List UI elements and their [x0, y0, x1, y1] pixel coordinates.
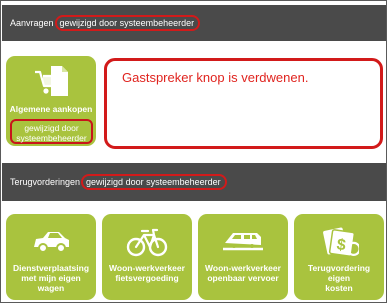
- changed-notice: gewijzigd door systeembeheerder: [81, 174, 227, 190]
- tile-label-line: openbaar vervoer: [207, 273, 279, 283]
- train-icon: [221, 223, 265, 259]
- car-icon: [30, 223, 72, 259]
- tile-label-line: Woon-werkverkeer: [109, 263, 185, 273]
- page-frame: Aanvragen gewijzigd door systeembeheerde…: [0, 0, 387, 303]
- tile-label-line: wagen: [37, 283, 65, 293]
- changed-line-2: systeembeheerder: [16, 133, 87, 143]
- tile-label-line: Woon-werkverkeer: [205, 263, 281, 273]
- tile-dienstverplaatsing[interactable]: Dienstverplaatsing met mijn eigen wagen: [6, 214, 96, 300]
- cart-document-icon: [31, 64, 71, 102]
- tile-label-line: Dienstverplaatsing: [12, 263, 90, 273]
- tile-eigen-kosten[interactable]: $ Terugvordering eigen kosten: [294, 214, 384, 300]
- changed-highlight: gewijzigd door systeembeheerder: [10, 119, 93, 144]
- money-icon: $: [319, 223, 361, 261]
- tile-label: Dienstverplaatsing met mijn eigen wagen: [8, 263, 94, 293]
- changed-line-1: gewijzigd door: [24, 123, 79, 133]
- annotation-callout: Gastspreker knop is verdwenen.: [104, 58, 383, 149]
- section-header-terugvorderingen: Terugvorderingen gewijzigd door systeemb…: [2, 163, 386, 201]
- tile-label: Woon-werkverkeer fietsvergoeding: [104, 263, 190, 283]
- section-title: Aanvragen: [10, 18, 54, 28]
- section-title: Terugvorderingen: [10, 177, 81, 187]
- tile-openbaar-vervoer[interactable]: Woon-werkverkeer openbaar vervoer: [198, 214, 288, 300]
- section-header-aanvragen: Aanvragen gewijzigd door systeembeheerde…: [2, 5, 386, 41]
- bicycle-icon: [126, 223, 168, 261]
- changed-notice: gewijzigd door systeembeheerder: [54, 15, 201, 31]
- tile-label-line: fietsvergoeding: [115, 273, 179, 283]
- tile-label: Woon-werkverkeer openbaar vervoer: [200, 263, 286, 283]
- tile-label-line: kosten: [325, 283, 353, 293]
- tile-label-line: Terugvordering eigen: [307, 263, 371, 283]
- tile-label: Terugvordering eigen kosten: [296, 263, 382, 293]
- changed-notice: gewijzigd door systeembeheerder: [12, 123, 91, 143]
- tile-label-line: met mijn eigen: [21, 273, 81, 283]
- tile-algemene-aankopen[interactable]: Algemene aankopen gewijzigd door systeem…: [6, 56, 96, 146]
- tile-fietsvergoeding[interactable]: Woon-werkverkeer fietsvergoeding: [102, 214, 192, 300]
- tile-label: Algemene aankopen: [9, 104, 93, 114]
- annotation-text: Gastspreker knop is verdwenen.: [122, 70, 309, 85]
